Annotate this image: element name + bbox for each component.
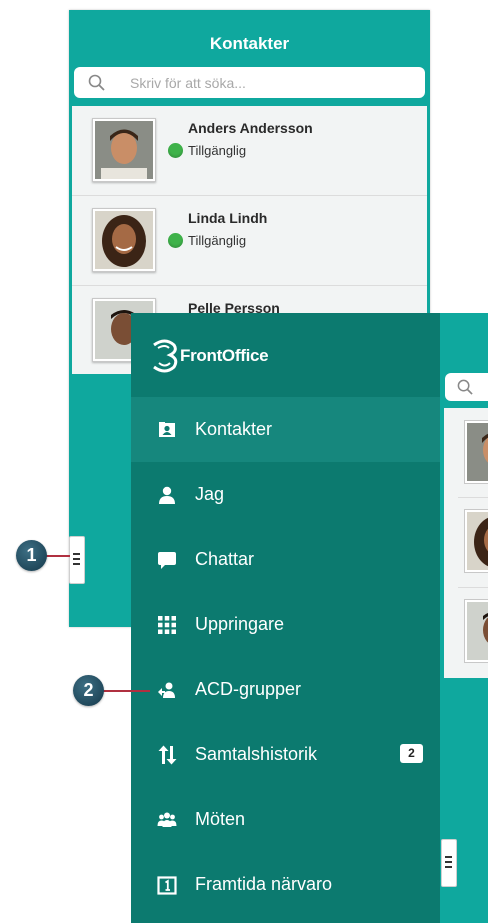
notification-badge: 2 (400, 744, 423, 763)
status-dot-icon (168, 143, 183, 158)
menu-list: Kontakter Jag Chattar Uppringare ACD-gru… (131, 397, 440, 917)
menu-item-label: Jag (195, 484, 225, 504)
three-logo-icon (153, 339, 178, 373)
chat-bubble-icon (158, 552, 176, 569)
contact-row[interactable]: Linda Lindh Tillgänglig (72, 196, 427, 286)
page-title: Kontakter (209, 34, 290, 53)
menu-item-chattar[interactable]: Chattar (131, 527, 440, 592)
avatar (464, 509, 488, 573)
menu-item-framtida-narvaro[interactable]: Framtida närvaro (131, 852, 440, 917)
calendar-icon (157, 876, 177, 895)
menu-item-label: Möten (195, 809, 246, 829)
menu-item-kontakter[interactable]: Kontakter (131, 397, 440, 462)
divider (458, 497, 488, 498)
menu-item-label: ACD-grupper (195, 679, 302, 699)
navigation-menu: FrontOffice Kontakter Jag Chattar Upprin… (131, 313, 440, 923)
search-icon (457, 379, 473, 395)
hamburger-icon (73, 553, 80, 565)
menu-item-label: Kontakter (195, 419, 273, 439)
contact-row[interactable]: Anders Andersson Tillgänglig (72, 106, 427, 196)
search-icon (88, 74, 105, 91)
hamburger-icon (445, 856, 452, 868)
call-history-arrows-icon (158, 745, 177, 765)
menu-item-jag[interactable]: Jag (131, 462, 440, 527)
avatar (464, 599, 488, 663)
menu-handle[interactable] (441, 839, 457, 887)
menu-item-label: Framtida närvaro (195, 874, 333, 894)
avatar (464, 420, 488, 484)
callout-badge: 2 (73, 675, 104, 706)
menu-item-label: Uppringare (195, 614, 285, 634)
avatar (92, 208, 156, 272)
callout-line (100, 690, 150, 692)
search-input[interactable]: Skriv för att söka... (74, 67, 425, 98)
callout-badge: 1 (16, 540, 47, 571)
menu-item-label: Chattar (195, 549, 255, 569)
menu-item-moten[interactable]: Möten (131, 787, 440, 852)
contact-list (444, 408, 488, 678)
menu-item-label: Samtalshistorik (195, 744, 318, 764)
logo-text: FrontOffice (180, 346, 269, 365)
person-icon (159, 486, 175, 504)
contact-name: Anders Andersson (188, 120, 313, 136)
callout-line (44, 555, 70, 557)
keypad-icon (158, 616, 176, 634)
avatar (92, 118, 156, 182)
status-dot-icon (168, 233, 183, 248)
meeting-people-icon (157, 812, 177, 827)
contact-name: Linda Lindh (188, 210, 268, 226)
menu-item-samtalshistorik[interactable]: Samtalshistorik 2 (131, 722, 440, 787)
contacts-screen-peek (438, 313, 488, 923)
status-text: Tillgänglig (168, 233, 246, 248)
status-text: Tillgänglig (168, 143, 246, 158)
acd-group-icon (158, 682, 175, 698)
menu-handle[interactable] (69, 536, 85, 584)
contacts-card-icon (159, 422, 175, 437)
menu-item-acd-grupper[interactable]: ACD-grupper (131, 657, 440, 722)
divider (458, 587, 488, 588)
search-input[interactable] (445, 373, 488, 401)
search-placeholder: Skriv för att söka... (130, 75, 246, 91)
menu-item-uppringare[interactable]: Uppringare (131, 592, 440, 657)
